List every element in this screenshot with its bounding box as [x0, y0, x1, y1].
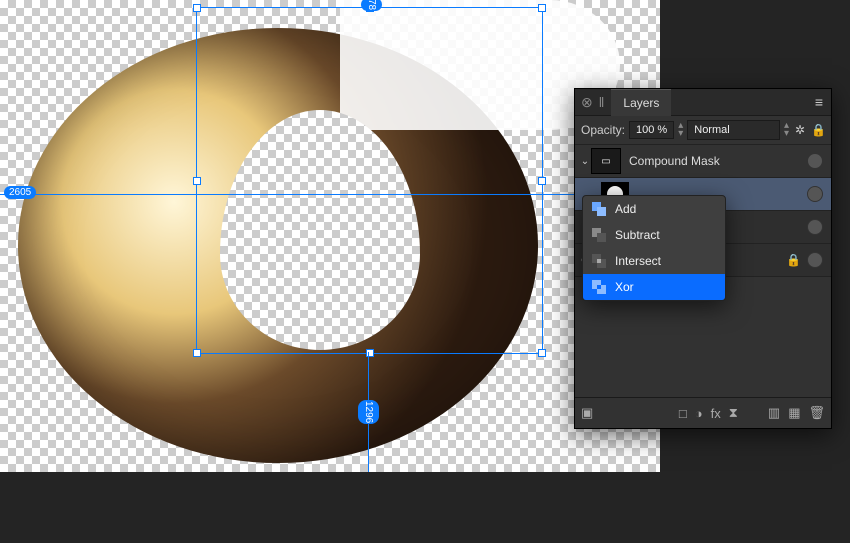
add-mode-icon: [591, 201, 607, 217]
layer-visibility-toggle[interactable]: [807, 153, 823, 169]
blend-mode-stepper[interactable]: ▴▾: [784, 122, 789, 138]
delete-layer-icon[interactable]: 🗑: [808, 405, 825, 421]
layers-stack-icon[interactable]: ▣: [581, 405, 593, 421]
context-item-xor[interactable]: Xor: [583, 274, 725, 300]
mask-circle-icon[interactable]: ◑: [695, 406, 703, 421]
lock-layers-icon[interactable]: ▦: [788, 405, 800, 421]
folder-icon[interactable]: ▥: [768, 405, 780, 421]
context-label-add: Add: [615, 202, 636, 216]
fx-icon[interactable]: fx: [711, 406, 721, 421]
selection-handle-e[interactable]: [538, 177, 546, 185]
opacity-stepper[interactable]: ▴▾: [678, 122, 683, 138]
document-canvas[interactable]: 2605 78 1296: [0, 0, 660, 472]
panel-footer: ▣ □ ◑ fx ⧗ ▥ ▦ 🗑: [575, 397, 831, 428]
measure-guide-horizontal: [0, 194, 660, 195]
close-panel-icon[interactable]: ⊗ ‖: [575, 94, 611, 111]
layer-name-compound[interactable]: Compound Mask: [621, 154, 807, 168]
layer-visibility-toggle[interactable]: [807, 219, 823, 235]
app-workspace: 2605 78 1296 ⊗ ‖ Layers ≡ Opacity: 100 %: [0, 0, 850, 543]
selection-width-readout: 2605: [4, 186, 36, 199]
layer-visibility-toggle[interactable]: [807, 252, 823, 268]
layer-visibility-toggle[interactable]: [807, 186, 823, 202]
opacity-value-input[interactable]: 100 %: [629, 121, 674, 139]
selection-handle-se[interactable]: [538, 349, 546, 357]
selection-top-readout: 78: [361, 0, 382, 11]
blend-mode-select[interactable]: Normal: [687, 120, 780, 140]
layer-options-row: Opacity: 100 % ▴▾ Normal ▴▾ ✲ 🔒: [575, 116, 831, 145]
layer-row-compound-mask[interactable]: ⌄ ▭ Compound Mask: [575, 145, 831, 178]
xor-mode-icon: [591, 279, 607, 295]
selection-handle-nw[interactable]: [193, 4, 201, 12]
layers-tab[interactable]: Layers: [611, 89, 671, 116]
gear-icon[interactable]: ✲: [793, 123, 807, 137]
context-item-add[interactable]: Add: [583, 196, 725, 222]
disclosure-arrow-icon[interactable]: ⌄: [579, 156, 591, 167]
panel-menu-icon[interactable]: ≡: [807, 94, 831, 110]
opacity-label: Opacity:: [581, 123, 625, 137]
selection-height-readout: 1296: [358, 400, 379, 424]
context-item-intersect[interactable]: Intersect: [583, 248, 725, 274]
subtract-mode-icon: [591, 227, 607, 243]
mask-mode-context-menu: Add Subtract Intersect Xor: [582, 195, 726, 301]
intersect-mode-icon: [591, 253, 607, 269]
context-label-subtract: Subtract: [615, 228, 660, 242]
lock-icon[interactable]: 🔒: [786, 253, 801, 267]
hourglass-icon[interactable]: ⧗: [729, 405, 738, 421]
lock-icon[interactable]: 🔒: [811, 123, 825, 137]
context-label-xor: Xor: [615, 280, 634, 294]
mask-rect-icon[interactable]: □: [679, 406, 687, 421]
context-label-intersect: Intersect: [615, 254, 661, 268]
panel-header: ⊗ ‖ Layers ≡: [575, 89, 831, 116]
layer-thumbnail-compound: ▭: [591, 148, 621, 174]
context-item-subtract[interactable]: Subtract: [583, 222, 725, 248]
